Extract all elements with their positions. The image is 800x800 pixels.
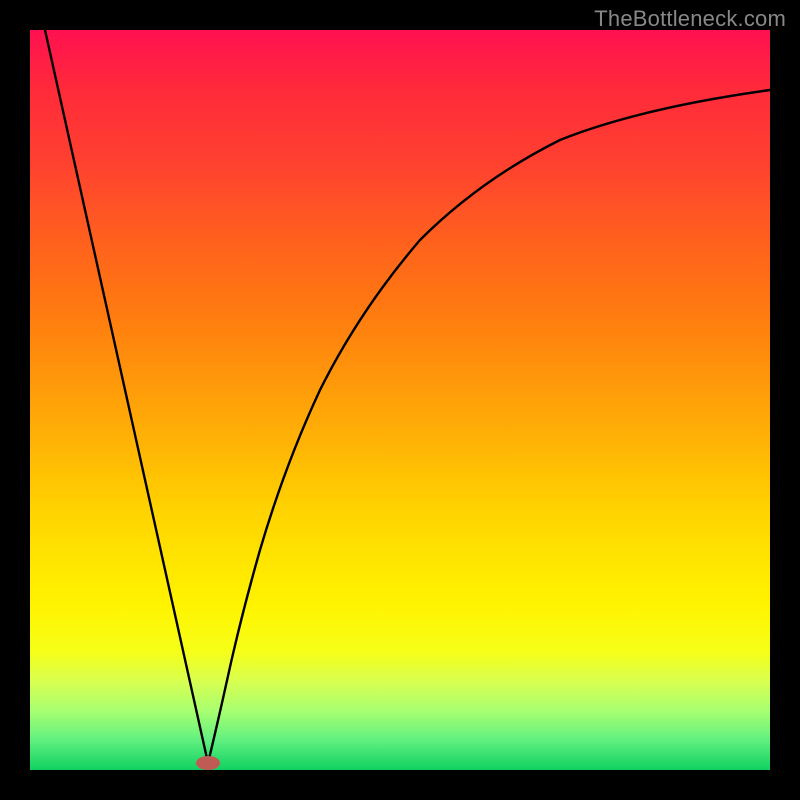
watermark-text: TheBottleneck.com <box>594 6 786 32</box>
curve-layer <box>30 30 770 770</box>
minimum-marker <box>196 756 220 770</box>
curve-right-branch <box>208 90 770 763</box>
chart-frame: TheBottleneck.com <box>0 0 800 800</box>
plot-area <box>30 30 770 770</box>
curve-left-branch <box>45 30 208 763</box>
